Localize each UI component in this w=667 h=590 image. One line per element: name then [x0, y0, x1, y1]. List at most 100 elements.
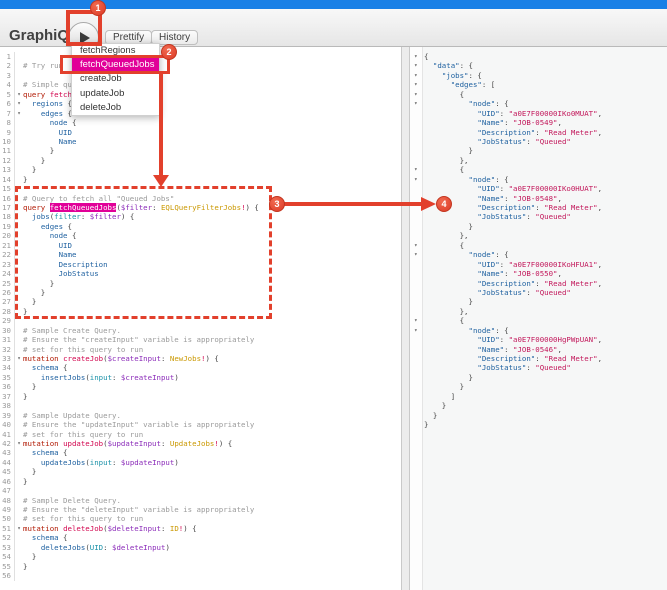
fold-caret-icon: [410, 373, 424, 382]
result-json-line: "Description": "Read Meter",: [410, 128, 667, 137]
editor-code-line: 42 ▾ mutation updateJob($updateInput: Upda…: [0, 438, 401, 449]
result-json-line: "UID": "a0E7F00000IKoHFUA1",: [410, 260, 667, 269]
fold-caret-icon[interactable]: ▾: [410, 99, 424, 108]
fold-caret-icon[interactable]: ▾: [15, 90, 23, 99]
fold-caret-icon: [15, 477, 23, 486]
fold-caret-icon: [15, 543, 23, 552]
result-json-line: }: [410, 146, 667, 155]
fold-caret-icon: [15, 401, 23, 410]
code-text: }: [23, 391, 28, 401]
line-number: 40: [0, 420, 15, 430]
fold-caret-icon: [410, 118, 424, 127]
line-number: 28: [0, 306, 15, 317]
fold-caret-icon: [410, 279, 424, 288]
code-text: mutation createJob($createInput: NewJobs…: [23, 354, 219, 363]
line-number: 14: [0, 174, 15, 185]
saved-queries-dropdown[interactable]: fetchRegions fetchQueuedJobs createJob upda…: [71, 43, 160, 116]
code-text: Name: [58, 136, 77, 146]
fold-caret-icon[interactable]: ▾: [410, 61, 424, 70]
fold-caret-icon: [410, 411, 424, 420]
code-text: }: [23, 476, 28, 486]
line-number: 5: [0, 89, 15, 100]
line-number: 16: [0, 193, 15, 203]
fold-caret-icon[interactable]: ▾: [410, 52, 424, 61]
dropdown-item-createjob[interactable]: createJob: [72, 72, 159, 86]
result-json-line: ▾ {: [410, 316, 667, 325]
step-badge-1: 1: [90, 0, 106, 16]
result-json-line: "JobStatus": "Queued": [410, 137, 667, 146]
code-text: regions {: [31, 99, 72, 109]
code-text: {: [424, 316, 465, 326]
line-number: 29: [0, 316, 15, 326]
code-text: "UID": "a0E7F00000IKo0HUAT",: [477, 184, 603, 194]
editor-code-line: 31 # Ensure the "createInput" variable is…: [0, 335, 401, 345]
fold-caret-icon[interactable]: ▾: [410, 71, 424, 80]
result-json-line: ▾ "node": {: [410, 250, 667, 259]
code-text: {: [424, 165, 465, 175]
fold-caret-icon[interactable]: ▾: [410, 80, 424, 89]
code-text: # set for this query to run: [23, 344, 144, 354]
line-number: 3: [0, 70, 15, 81]
editor-code-line: 43 schema {: [0, 448, 401, 458]
fold-caret-icon[interactable]: ▾: [15, 354, 23, 363]
pane-resize-divider[interactable]: [401, 47, 410, 590]
line-number: 48: [0, 495, 15, 505]
fold-caret-icon[interactable]: ▾: [15, 439, 23, 448]
code-text: }: [23, 174, 28, 184]
code-text: {: [424, 52, 429, 61]
line-number: 8: [0, 118, 15, 128]
result-json-line: }: [410, 411, 667, 420]
line-number: 2: [0, 61, 15, 71]
dropdown-item-updatejob[interactable]: updateJob: [72, 87, 159, 101]
editor-code-line: 50 # set for this query to run: [0, 514, 401, 524]
dropdown-item-deletejob[interactable]: deleteJob: [72, 101, 159, 115]
fold-caret-icon[interactable]: ▾: [15, 524, 23, 533]
code-text: "JobStatus": "Queued": [477, 287, 571, 297]
line-number: 55: [0, 561, 15, 572]
annotation-arrow-down-head: [152, 175, 169, 187]
code-text: },: [424, 306, 469, 316]
line-number: 18: [0, 212, 15, 222]
fold-caret-icon[interactable]: ▾: [410, 90, 424, 99]
line-number: 19: [0, 221, 15, 232]
fold-caret-icon: [15, 458, 23, 467]
annotation-box-query: [15, 186, 272, 319]
fold-caret-icon: [410, 345, 424, 354]
result-json-line: "Name": "JOB-0549",: [410, 118, 667, 127]
editor-code-line: 8 node {: [0, 118, 401, 128]
fold-caret-icon[interactable]: ▾: [410, 175, 424, 184]
editor-code-line: 45 }: [0, 467, 401, 477]
code-text: # Ensure the "deleteInput" variable is a…: [23, 505, 255, 514]
line-number: 42: [0, 438, 15, 449]
fold-caret-icon[interactable]: ▾: [15, 109, 23, 118]
fold-caret-icon[interactable]: ▾: [410, 241, 424, 250]
code-text: "JobStatus": "Queued": [477, 212, 571, 222]
fold-caret-icon[interactable]: ▾: [410, 250, 424, 259]
code-text: schema {: [31, 533, 68, 543]
line-number: 32: [0, 344, 15, 354]
fold-caret-icon[interactable]: ▾: [15, 99, 23, 108]
fold-caret-icon: [410, 363, 424, 372]
fold-caret-icon[interactable]: ▾: [410, 165, 424, 174]
fold-caret-icon: [15, 571, 23, 580]
code-text: "node": {: [468, 99, 509, 109]
line-number: 46: [0, 476, 15, 487]
code-text: updateJobs(input: $updateInput): [40, 457, 179, 467]
result-json-line: }: [410, 382, 667, 391]
result-json-line: "UID": "a0E7F00000HgPWpUAN",: [410, 335, 667, 344]
line-number: 54: [0, 552, 15, 562]
line-number: 35: [0, 372, 15, 383]
line-number: 10: [0, 136, 15, 147]
fold-caret-icon[interactable]: ▾: [410, 326, 424, 335]
fold-caret-icon: [15, 175, 23, 184]
code-text: # Sample Create Query.: [23, 325, 121, 335]
fold-caret-icon: [15, 71, 23, 80]
line-number: 44: [0, 457, 15, 468]
editor-code-line: 11 }: [0, 146, 401, 156]
line-number: 39: [0, 410, 15, 421]
line-number: 37: [0, 391, 15, 402]
code-text: # set for this query to run: [23, 429, 144, 439]
fold-caret-icon[interactable]: ▾: [410, 316, 424, 325]
code-text: }: [424, 146, 473, 156]
editor-code-line: 52 schema {: [0, 533, 401, 543]
